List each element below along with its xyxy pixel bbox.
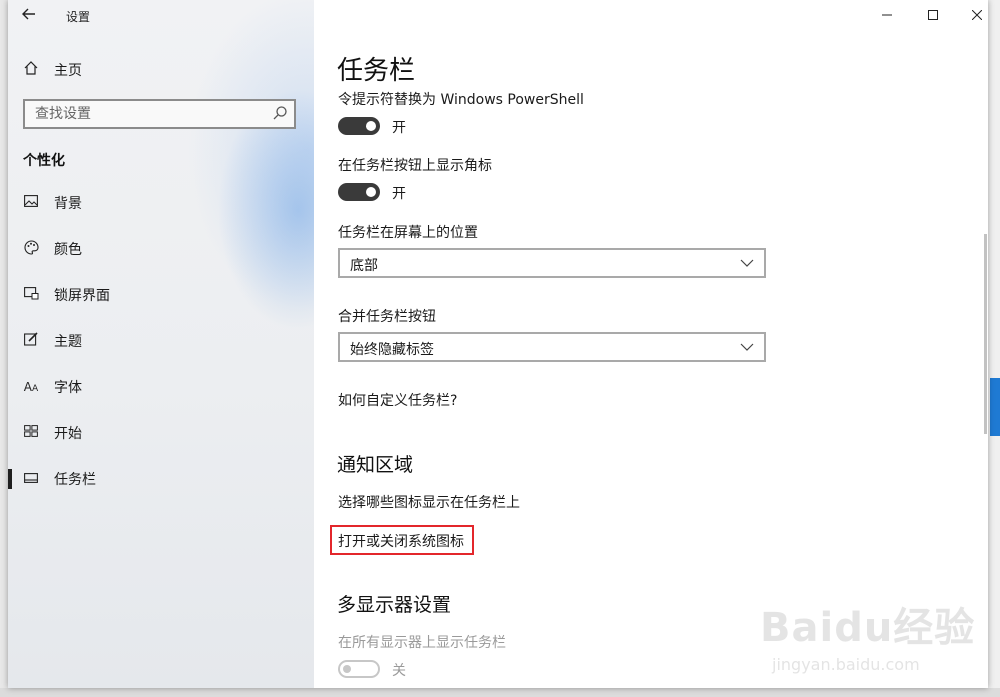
chevron-down-icon xyxy=(740,343,754,351)
dropdown-value: 底部 xyxy=(350,258,378,274)
combine-dropdown[interactable]: 始终隐藏标签 xyxy=(338,332,766,362)
customize-taskbar-link[interactable]: 如何自定义任务栏? xyxy=(338,390,457,410)
sidebar-item-label: 颜色 xyxy=(54,242,82,258)
sidebar-item-home[interactable]: 主页 xyxy=(8,55,314,85)
toggle-badges[interactable] xyxy=(338,183,380,201)
sidebar-item-label: 开始 xyxy=(54,426,82,442)
sidebar-item-background[interactable]: 背景 xyxy=(8,188,314,218)
sidebar-item-themes[interactable]: 主题 xyxy=(8,326,314,356)
palette-icon xyxy=(22,239,40,259)
page-title: 任务栏 xyxy=(337,56,416,86)
watermark-brand: Baidu经验 xyxy=(760,605,976,651)
baidu-watermark: Baidu经验 jingyan.baidu.com xyxy=(760,585,988,685)
maximize-icon xyxy=(928,10,938,20)
toggle-state-label: 开 xyxy=(392,120,406,136)
sidebar-item-label: 背景 xyxy=(54,196,82,212)
arrow-left-icon xyxy=(22,8,35,20)
setting-label-badges: 在任务栏按钮上显示角标 xyxy=(338,158,492,174)
app-title: 设置 xyxy=(66,10,91,24)
search-input[interactable] xyxy=(25,101,275,127)
sidebar-item-colors[interactable]: 颜色 xyxy=(8,234,314,264)
maximize-button[interactable] xyxy=(910,4,956,28)
select-icons-link[interactable]: 选择哪些图标显示在任务栏上 xyxy=(338,492,520,512)
setting-label-powershell: 令提示符替换为 Windows PowerShell xyxy=(338,92,584,108)
lock-screen-icon xyxy=(22,286,40,304)
desktop-background-left xyxy=(0,0,8,697)
sidebar-item-label: 字体 xyxy=(54,380,82,396)
taskbar-icon xyxy=(22,471,40,487)
sidebar-item-start[interactable]: 开始 xyxy=(8,418,314,448)
picture-icon xyxy=(22,195,40,211)
sidebar-item-fonts[interactable]: AA 字体 xyxy=(8,372,314,402)
watermark-url: jingyan.baidu.com xyxy=(772,655,920,674)
start-grid-icon xyxy=(22,425,40,441)
setting-label-multi-display: 在所有显示器上显示任务栏 xyxy=(338,635,506,651)
notification-area-heading: 通知区域 xyxy=(337,454,414,476)
sidebar-item-label: 主页 xyxy=(54,63,82,79)
sidebar-item-lock-screen[interactable]: 锁屏界面 xyxy=(8,280,314,310)
minimize-icon xyxy=(882,14,892,16)
setting-label-combine: 合并任务栏按钮 xyxy=(338,309,436,325)
desktop-background-bottom xyxy=(0,688,1000,697)
title-bar: 设置 xyxy=(8,0,314,32)
minimize-button[interactable] xyxy=(864,4,910,28)
sidebar-item-label: 锁屏界面 xyxy=(54,288,110,304)
toggle-state-label: 开 xyxy=(392,186,406,202)
desktop-blue-tab xyxy=(990,378,1000,436)
chevron-down-icon xyxy=(740,259,754,267)
scrollbar-thumb[interactable] xyxy=(984,234,987,434)
settings-window: 设置 主页 个性化 背景 颜色 xyxy=(8,0,988,688)
theme-brush-icon xyxy=(22,332,40,350)
desktop-background-right xyxy=(988,0,1000,697)
toggle-multi-display[interactable] xyxy=(338,660,380,678)
search-icon xyxy=(273,106,287,120)
close-button[interactable] xyxy=(954,4,988,28)
dropdown-value: 始终隐藏标签 xyxy=(350,342,434,358)
setting-label-position: 任务栏在屏幕上的位置 xyxy=(338,225,478,241)
sidebar: 设置 主页 个性化 背景 颜色 xyxy=(8,0,314,688)
toggle-state-label: 关 xyxy=(392,663,406,679)
sidebar-item-label: 任务栏 xyxy=(54,472,96,488)
search-box[interactable] xyxy=(23,99,296,129)
sidebar-item-label: 主题 xyxy=(54,334,82,350)
position-dropdown[interactable]: 底部 xyxy=(338,248,766,278)
home-icon xyxy=(22,61,40,79)
multi-display-heading: 多显示器设置 xyxy=(337,594,452,616)
sidebar-section-heading: 个性化 xyxy=(23,153,65,169)
back-button[interactable] xyxy=(22,6,42,26)
font-icon: AA xyxy=(23,380,39,394)
toggle-powershell[interactable] xyxy=(338,117,380,135)
system-icons-link[interactable]: 打开或关闭系统图标 xyxy=(338,531,464,551)
close-icon xyxy=(971,9,983,21)
sidebar-item-taskbar[interactable]: 任务栏 xyxy=(8,464,314,494)
